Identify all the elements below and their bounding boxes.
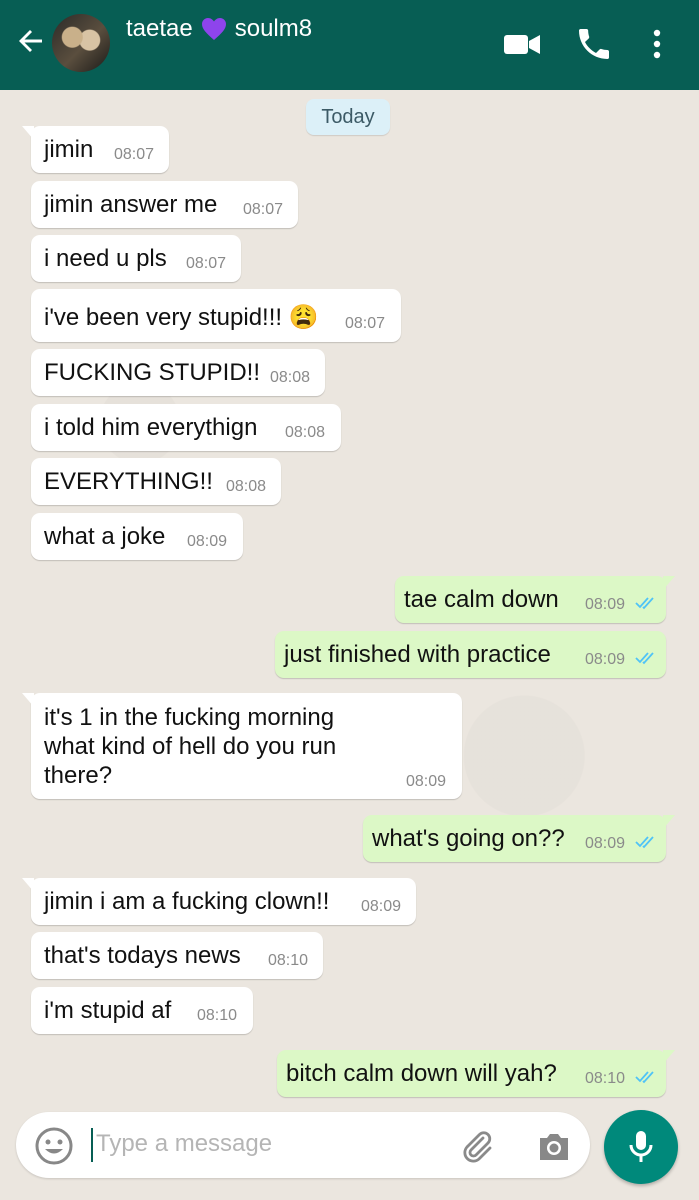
- message-text: i've been very stupid!!! 😩: [44, 304, 319, 331]
- bubble-tail: [663, 1050, 675, 1064]
- message-text: i'm stupid af: [44, 997, 172, 1024]
- message-time: 08:07: [186, 255, 227, 272]
- back-arrow-icon[interactable]: [14, 24, 48, 58]
- message-bubble-incoming[interactable]: i'm stupid af 08:10: [31, 987, 253, 1034]
- message-bubble-outgoing[interactable]: just finished with practice 08:09: [275, 631, 666, 678]
- message-time: 08:07: [243, 201, 284, 218]
- message-bubble-incoming[interactable]: that's todays news 08:10: [31, 932, 323, 979]
- message-time: 08:07: [114, 146, 155, 163]
- message-time: 08:09: [585, 651, 626, 668]
- contact-name-left: taetae: [126, 15, 193, 42]
- message-time: 08:09: [406, 773, 447, 790]
- read-receipt-icon: [635, 836, 654, 849]
- avatar[interactable]: [52, 14, 110, 72]
- microphone-button[interactable]: [604, 1110, 678, 1184]
- message-time: 08:09: [585, 835, 626, 852]
- message-text: what a joke: [44, 523, 166, 550]
- message-time: 08:10: [197, 1007, 238, 1024]
- phone-icon[interactable]: [574, 24, 614, 64]
- message-time: 08:09: [361, 898, 402, 915]
- message-input-bar: Type a message: [16, 1112, 590, 1178]
- read-receipt-icon: [635, 1071, 654, 1084]
- microphone-icon: [629, 1131, 653, 1162]
- message-text: EVERYTHING!!: [44, 468, 213, 495]
- text-caret: [91, 1128, 93, 1162]
- read-receipt-icon: [635, 652, 654, 665]
- message-bubble-incoming[interactable]: i need u pls 08:07: [31, 235, 241, 282]
- bubble-tail: [22, 126, 34, 140]
- message-text-line: it's 1 in the fucking morning: [44, 704, 335, 731]
- message-text: i told him everythign: [44, 414, 258, 441]
- bubble-tail: [663, 576, 675, 590]
- message-time: 08:08: [270, 369, 311, 386]
- emoji-icon[interactable]: [34, 1126, 74, 1166]
- message-bubble-incoming[interactable]: i told him everythign 08:08: [31, 404, 341, 451]
- message-time: 08:08: [226, 478, 267, 495]
- message-bubble-incoming[interactable]: jimin i am a fucking clown!! 08:09: [22, 878, 416, 925]
- message-bubble-incoming[interactable]: jimin answer me 08:07: [31, 181, 298, 228]
- message-bubble-incoming[interactable]: what a joke 08:09: [31, 513, 243, 560]
- bubble-tail: [22, 693, 34, 707]
- message-text-line: what kind of hell do you run: [44, 733, 337, 760]
- message-text: tae calm down: [404, 586, 559, 613]
- message-text: that's todays news: [44, 942, 241, 969]
- bubble-tail: [22, 878, 34, 892]
- chat-header: taetae soulm8: [0, 0, 699, 90]
- message-time: 08:08: [285, 424, 326, 441]
- message-bubble-incoming[interactable]: FUCKING STUPID!! 08:08: [31, 349, 325, 396]
- message-text: jimin answer me: [44, 191, 218, 218]
- message-input-placeholder[interactable]: Type a message: [96, 1130, 272, 1158]
- date-chip: Today: [306, 99, 390, 135]
- message-bubble-incoming[interactable]: EVERYTHING!! 08:08: [31, 458, 281, 505]
- message-text: just finished with practice: [284, 641, 551, 668]
- message-bubble-incoming[interactable]: i've been very stupid!!! 😩 08:07: [31, 289, 401, 342]
- read-receipt-icon: [635, 597, 654, 610]
- contact-name[interactable]: taetae soulm8: [126, 15, 312, 43]
- more-options-icon[interactable]: [637, 24, 677, 64]
- message-text: jimin i am a fucking clown!!: [44, 888, 330, 915]
- message-text: what's going on??: [372, 825, 565, 852]
- attach-paperclip-icon[interactable]: [456, 1126, 496, 1166]
- contact-name-right: soulm8: [234, 15, 313, 42]
- message-text: i need u pls: [44, 245, 167, 272]
- message-text: FUCKING STUPID!!: [44, 359, 261, 386]
- message-bubble-outgoing[interactable]: what's going on?? 08:09: [363, 815, 675, 862]
- bubble-tail: [663, 815, 675, 829]
- message-bubble-incoming[interactable]: it's 1 in the fucking morning what kind …: [22, 693, 462, 799]
- camera-icon[interactable]: [534, 1126, 574, 1166]
- message-time: 08:09: [585, 596, 626, 613]
- message-bubble-incoming[interactable]: jimin 08:07: [22, 126, 169, 173]
- message-time: 08:07: [345, 315, 386, 332]
- message-time: 08:10: [268, 952, 309, 969]
- message-bubble-outgoing[interactable]: bitch calm down will yah? 08:10: [277, 1050, 675, 1097]
- video-call-icon[interactable]: [502, 24, 542, 64]
- purple-heart-icon: [201, 18, 226, 40]
- message-time: 08:10: [585, 1070, 626, 1087]
- message-time: 08:09: [187, 533, 228, 550]
- message-text: jimin: [44, 136, 94, 163]
- message-text: bitch calm down will yah?: [286, 1060, 557, 1087]
- message-bubble-outgoing[interactable]: tae calm down 08:09: [395, 576, 675, 623]
- message-text-line: there?: [44, 762, 113, 789]
